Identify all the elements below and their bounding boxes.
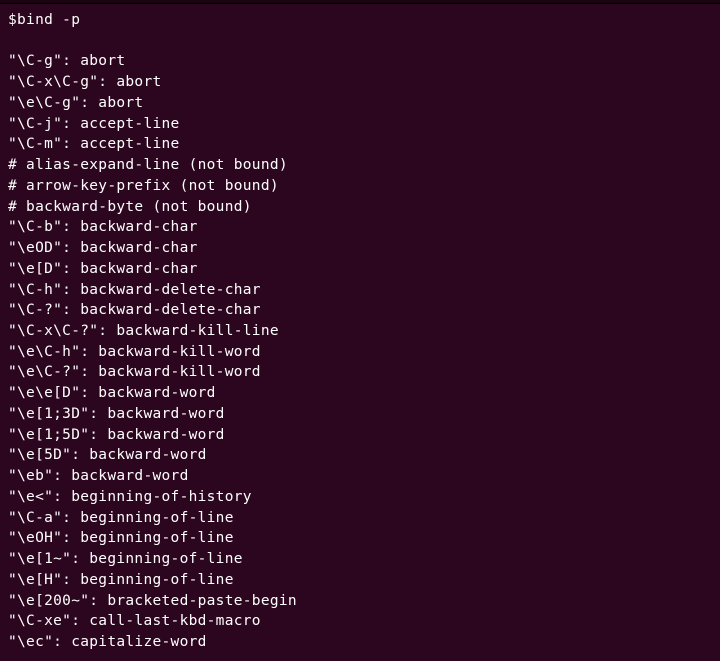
terminal-line: # arrow-key-prefix (not bound) <box>8 176 712 197</box>
terminal-line: "\e[D": backward-char <box>8 259 712 280</box>
terminal-line: "\e\C-g": abort <box>8 93 712 114</box>
terminal-line: # backward-byte (not bound) <box>8 197 712 218</box>
terminal-blank-line <box>8 31 712 52</box>
terminal-output[interactable]: $bind -p"\C-g": abort"\C-x\C-g": abort"\… <box>0 4 720 661</box>
terminal-line: # alias-expand-line (not bound) <box>8 155 712 176</box>
terminal-line: "\C-x\C-?": backward-kill-line <box>8 321 712 342</box>
terminal-line: "\eb": backward-word <box>8 466 712 487</box>
terminal-line: "\C-j": accept-line <box>8 114 712 135</box>
terminal-line: "\e[1;5D": backward-word <box>8 425 712 446</box>
terminal-line: "\e[1~": beginning-of-line <box>8 549 712 570</box>
terminal-line: "\e[5D": backward-word <box>8 445 712 466</box>
terminal-line: "\C-xe": call-last-kbd-macro <box>8 611 712 632</box>
terminal-line: "\e[1;3D": backward-word <box>8 404 712 425</box>
terminal-line: "\C-m": accept-line <box>8 134 712 155</box>
terminal-line: "\C-?": backward-delete-char <box>8 300 712 321</box>
terminal-line: "\C-g": abort <box>8 51 712 72</box>
terminal-line: "\C-a": beginning-of-line <box>8 508 712 529</box>
terminal-line: "\e\C-h": backward-kill-word <box>8 342 712 363</box>
terminal-line: "\C-b": backward-char <box>8 217 712 238</box>
terminal-line: "\C-h": backward-delete-char <box>8 280 712 301</box>
terminal-line: "\e\C-?": backward-kill-word <box>8 362 712 383</box>
terminal-line: "\e<": beginning-of-history <box>8 487 712 508</box>
terminal-line: "\e\e[D": backward-word <box>8 383 712 404</box>
terminal-line: "\ec": capitalize-word <box>8 632 712 653</box>
terminal-line: "\eOH": beginning-of-line <box>8 528 712 549</box>
terminal-line: "\C-x\C-g": abort <box>8 72 712 93</box>
terminal-command: $bind -p <box>8 10 712 31</box>
terminal-line: "\e[H": beginning-of-line <box>8 570 712 591</box>
terminal-line: "\eOD": backward-char <box>8 238 712 259</box>
terminal-line: "\e[200~": bracketed-paste-begin <box>8 591 712 612</box>
